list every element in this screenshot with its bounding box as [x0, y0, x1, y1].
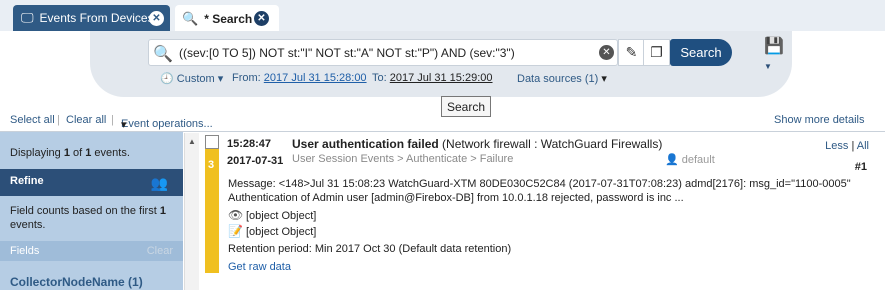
- object-text-2: [object Object]: [246, 226, 317, 238]
- range-mode-dropdown[interactable]: 🕘 Custom ▾: [160, 72, 223, 86]
- save-dropdown-icon[interactable]: 💾▼: [764, 36, 786, 71]
- retention-period: Retention period: Min 2017 Oct 30 (Defau…: [228, 243, 512, 255]
- event-time: 15:28:47: [227, 138, 272, 150]
- clear-all-link[interactable]: Clear all: [66, 114, 106, 126]
- tab-events-from-devices[interactable]: 🖵 Events From Devices ✕: [13, 5, 170, 31]
- from-range: From: 2017 Jul 31 15:28:00: [232, 72, 367, 86]
- eye-icon: 👁: [228, 208, 244, 222]
- event-checkbox[interactable]: [205, 135, 219, 149]
- show-more-details-link[interactable]: Show more details: [774, 114, 865, 126]
- object-line-2: 📝 [object Object]: [228, 224, 316, 238]
- separator: |: [57, 114, 60, 126]
- search-query-input[interactable]: 🔍 ((sev:[0 TO 5]) NOT st:"I" NOT st:"A" …: [148, 39, 618, 66]
- search-icon: 🔍: [182, 11, 199, 26]
- display-count: Displaying 1 of 1 events.: [10, 147, 130, 159]
- scrollbar[interactable]: ▲: [184, 133, 199, 290]
- event-date: 2017-07-31: [227, 155, 284, 167]
- select-all-link[interactable]: Select all: [10, 114, 55, 126]
- search-button[interactable]: Search: [670, 39, 732, 66]
- tab-search[interactable]: 🔍 * Search ✕: [175, 5, 279, 33]
- chevron-down-icon: ▾: [121, 119, 127, 131]
- field-count-pre: Field counts based on the first: [10, 205, 160, 217]
- user-icon: 👤: [665, 154, 679, 166]
- event-number: #1: [854, 161, 867, 173]
- severity-number: 3: [208, 159, 215, 171]
- query-text: ((sev:[0 TO 5]) NOT st:"I" NOT st:"A" NO…: [179, 46, 515, 60]
- refine-users-icon[interactable]: 👥: [151, 175, 168, 192]
- separator: |: [851, 140, 855, 152]
- event-title: User authentication failed (Network fire…: [292, 137, 662, 151]
- clear-query-icon[interactable]: ✕: [599, 45, 614, 60]
- copy-icon: ❐: [650, 44, 663, 60]
- message-line-1: Message: <148>Jul 31 15:08:23 WatchGuard…: [228, 178, 851, 190]
- data-sources-label: Data sources (1): [517, 73, 599, 85]
- event-operations-label: Event operations...: [121, 118, 213, 130]
- all-link[interactable]: All: [857, 140, 869, 152]
- clock-icon: 🕘: [160, 73, 174, 85]
- event-default-tag: 👤 default: [665, 153, 715, 166]
- refine-header: Refine 👥: [0, 169, 183, 196]
- severity-bar: [205, 135, 219, 273]
- clear-fields-link[interactable]: Clear: [147, 245, 173, 257]
- collector-node-field[interactable]: CollectorNodeName (1): [10, 275, 143, 289]
- from-label: From:: [232, 72, 261, 84]
- refine-sidebar: Displaying 1 of 1 events. Refine 👥 Field…: [0, 132, 183, 290]
- field-count-n: 1: [159, 205, 166, 217]
- default-label: default: [681, 154, 715, 166]
- event-category: User Session Events > Authenticate > Fai…: [292, 153, 514, 165]
- search-icon: 🔍: [153, 46, 173, 63]
- refine-label: Refine: [10, 175, 44, 187]
- event-item: 3 15:28:47 2017-07-31 User authenticatio…: [203, 135, 879, 275]
- tab-label: Events From Devices: [39, 11, 154, 25]
- event-title-text: User authentication failed: [292, 137, 439, 151]
- field-count-note: Field counts based on the first 1 events…: [10, 204, 170, 232]
- event-source: (Network firewall : WatchGuard Firewalls…: [442, 137, 663, 151]
- field-count-post: events.: [10, 219, 46, 231]
- separator: |: [111, 114, 114, 126]
- display-post: events.: [91, 147, 130, 159]
- monitor-icon: 🖵: [21, 10, 34, 25]
- tab-label: * Search: [204, 12, 253, 26]
- results-toolbar: Select all | Clear all | Event operation…: [0, 110, 885, 131]
- tab-bar: 🖵 Events From Devices ✕ 🔍 * Search ✕: [0, 0, 885, 33]
- less-all-links: Less | All: [825, 140, 869, 152]
- object-text-1: [object Object]: [246, 210, 317, 222]
- data-sources-dropdown[interactable]: Data sources (1) ▾: [517, 72, 607, 86]
- fields-header: Fields Clear: [0, 241, 183, 261]
- object-line-1: 👁 [object Object]: [228, 208, 316, 222]
- to-range: To: 2017 Jul 31 15:29:00: [372, 72, 493, 86]
- fields-label: Fields: [10, 245, 40, 257]
- from-date-link[interactable]: 2017 Jul 31 15:28:00: [264, 72, 367, 84]
- close-tab-icon[interactable]: ✕: [254, 11, 269, 26]
- note-edit-icon: 📝: [228, 224, 243, 238]
- edit-query-button[interactable]: ✎: [618, 39, 645, 66]
- get-raw-data-link[interactable]: Get raw data: [228, 261, 291, 273]
- close-tab-icon[interactable]: ✕: [149, 11, 164, 26]
- pencil-icon: ✎: [625, 44, 638, 60]
- event-message: Message: <148>Jul 31 15:08:23 WatchGuard…: [228, 177, 868, 205]
- display-pre: Displaying: [10, 147, 64, 159]
- scroll-up-icon[interactable]: ▲: [188, 137, 196, 146]
- to-label: To:: [372, 72, 387, 84]
- display-mid: of: [69, 147, 86, 159]
- range-mode-label: Custom: [176, 73, 215, 85]
- to-date-link[interactable]: 2017 Jul 31 15:29:00: [390, 72, 493, 84]
- message-line-2: Authentication of Admin user [admin@Fire…: [228, 192, 684, 204]
- less-link[interactable]: Less: [825, 140, 848, 152]
- copy-query-button[interactable]: ❐: [643, 39, 670, 66]
- chevron-down-icon: ▾: [217, 73, 224, 85]
- chevron-down-icon: ▾: [601, 73, 607, 85]
